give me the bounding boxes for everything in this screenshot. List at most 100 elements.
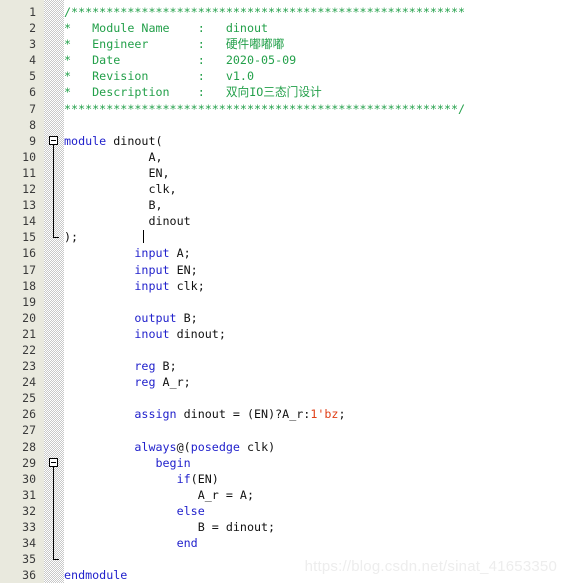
line-number: 11	[22, 165, 36, 180]
fold-region-line	[53, 466, 54, 560]
line-number: 21	[22, 326, 36, 341]
code-line[interactable]: begin	[64, 455, 563, 471]
code-token: input	[134, 278, 170, 293]
line-number: 3	[29, 37, 36, 52]
line-number: 6	[29, 85, 36, 100]
code-token: (EN)	[190, 471, 219, 486]
line-number: 2	[29, 21, 36, 36]
code-token: clk)	[239, 439, 276, 454]
code-line[interactable]: EN,	[64, 165, 563, 181]
code-line[interactable]: * Description : 双向IO三态门设计	[64, 84, 563, 100]
code-line[interactable]: assign dinout = (EN)?A_r:1'bz;	[64, 406, 563, 422]
line-number: 15	[22, 230, 36, 245]
code-token: reg	[134, 359, 156, 374]
fold-toggle-icon[interactable]	[49, 457, 58, 467]
code-token: if	[176, 471, 191, 486]
code-token: * Description : 双向IO三态门设计	[64, 85, 322, 100]
code-token: end	[176, 536, 198, 551]
code-folding-column[interactable]	[44, 0, 64, 583]
code-token: clk,	[64, 182, 177, 197]
code-line[interactable]: else	[64, 503, 563, 519]
code-line[interactable]: input EN;	[64, 262, 563, 278]
code-line[interactable]: clk,	[64, 181, 563, 197]
code-token: B,	[64, 198, 163, 213]
line-number: 30	[22, 471, 36, 486]
line-numbers: 1 2 3 4 5 6 7 8 9 10 11 12 13 14 15 16 17 18 19 20 21 22 23 24 2…	[0, 4, 40, 583]
code-token: ****************************************…	[64, 101, 466, 116]
code-line[interactable]	[64, 117, 563, 133]
code-token: else	[176, 503, 205, 518]
code-line[interactable]: * Module Name : dinout	[64, 20, 563, 36]
code-token: always	[134, 439, 177, 454]
line-number: 20	[22, 310, 36, 325]
code-line[interactable]: * Date : 2020-05-09	[64, 52, 563, 68]
code-line[interactable]: * Revision : v1.0	[64, 68, 563, 84]
code-token: * Engineer : 硬件嘟嘟嘟	[64, 37, 285, 52]
fold-toggle-icon[interactable]	[49, 135, 58, 145]
code-line[interactable]: always@(posedge clk)	[64, 439, 563, 455]
code-line[interactable]: A,	[64, 149, 563, 165]
line-number: 23	[22, 359, 36, 374]
code-line[interactable]: reg A_r;	[64, 374, 563, 390]
code-line[interactable]: B = dinout;	[64, 519, 563, 535]
fold-region-end	[53, 237, 59, 239]
code-token: A_r;	[155, 375, 191, 390]
line-number: 35	[22, 552, 36, 567]
line-number: 27	[22, 423, 36, 438]
line-number: 24	[22, 375, 36, 390]
code-token: B;	[176, 310, 198, 325]
code-token: begin	[155, 455, 191, 470]
code-token: inout	[134, 326, 170, 341]
code-token: A;	[169, 246, 191, 261]
code-line[interactable]: input clk;	[64, 278, 563, 294]
code-token: A_r = A;	[64, 487, 254, 502]
code-line[interactable]: module dinout(	[64, 133, 563, 149]
code-line[interactable]: /***************************************…	[64, 4, 563, 20]
code-line[interactable]	[64, 294, 563, 310]
code-token: B = dinout;	[64, 520, 276, 534]
text-caret	[143, 230, 145, 244]
code-line[interactable]	[64, 422, 563, 438]
code-token: @(	[176, 439, 191, 454]
line-number: 7	[29, 101, 36, 116]
line-number: 18	[22, 278, 36, 293]
code-line[interactable]: output B;	[64, 310, 563, 326]
code-line[interactable]: B,	[64, 197, 563, 213]
line-number: 25	[22, 391, 36, 406]
code-line[interactable]: A_r = A;	[64, 487, 563, 503]
code-line[interactable]	[64, 390, 563, 406]
code-line[interactable]: * Engineer : 硬件嘟嘟嘟	[64, 36, 563, 52]
line-number: 31	[22, 487, 36, 502]
code-token: EN,	[64, 165, 170, 180]
line-number: 32	[22, 503, 36, 518]
code-line[interactable]: end	[64, 535, 563, 551]
code-editor[interactable]: 1 2 3 4 5 6 7 8 9 10 11 12 13 14 15 16 17 18 19 20 21 22 23 24 2…	[0, 0, 563, 583]
code-line[interactable]: reg B;	[64, 358, 563, 374]
code-line[interactable]: dinout	[64, 213, 563, 229]
fold-region-end	[53, 559, 59, 561]
code-token: input	[134, 262, 170, 277]
line-number: 22	[22, 342, 36, 357]
code-token: 1'bz	[310, 407, 339, 422]
code-line[interactable]: inout dinout;	[64, 326, 563, 342]
code-token: ;	[338, 407, 346, 422]
line-number: 34	[22, 536, 36, 551]
code-line[interactable]: if(EN)	[64, 471, 563, 487]
code-line[interactable]: input A;	[64, 245, 563, 261]
watermark-text: https://blog.csdn.net/sinat_41653350	[304, 558, 557, 575]
code-token: dinout(	[106, 133, 163, 148]
line-number: 28	[22, 439, 36, 454]
code-token: );	[64, 230, 79, 245]
line-number: 13	[22, 198, 36, 213]
code-line[interactable]	[64, 342, 563, 358]
code-content[interactable]: /***************************************…	[64, 4, 563, 583]
code-line[interactable]: ****************************************…	[64, 101, 563, 117]
code-token: clk;	[169, 278, 205, 293]
line-number: 4	[29, 53, 36, 68]
code-line[interactable]: );	[64, 229, 563, 245]
